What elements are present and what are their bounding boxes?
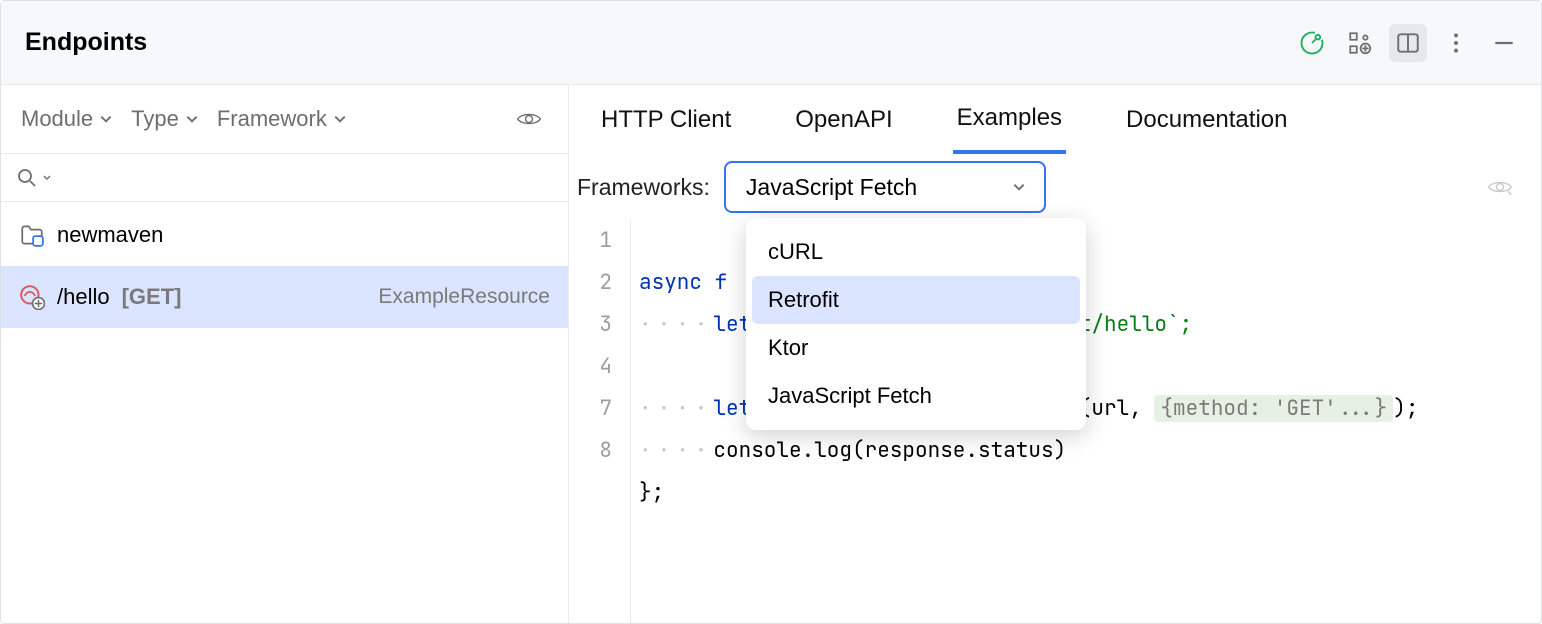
endpoint-method: [GET] <box>122 284 182 310</box>
line-number: 2 <box>569 262 612 304</box>
code-token: }; <box>639 479 664 506</box>
dropdown-item-ktor[interactable]: Ktor <box>752 324 1080 372</box>
tree-endpoint-row[interactable]: /hello [GET] ExampleResource <box>1 266 568 328</box>
frameworks-selected: JavaScript Fetch <box>746 174 917 201</box>
inlay-hint: {method: 'GET'...} <box>1154 395 1393 422</box>
dropdown-item-jsfetch[interactable]: JavaScript Fetch <box>752 372 1080 420</box>
indent-guides: ···· <box>639 437 713 464</box>
endpoint-resource: ExampleResource <box>378 285 550 309</box>
title-actions <box>1293 24 1523 62</box>
filter-framework[interactable]: Framework <box>217 106 347 132</box>
line-number: 8 <box>569 430 612 472</box>
line-number: 4 <box>569 346 612 388</box>
filter-module[interactable]: Module <box>21 106 113 132</box>
panel-title: Endpoints <box>25 28 147 57</box>
filter-type[interactable]: Type <box>131 106 199 132</box>
code-token: console.log(response.status) <box>713 437 1066 464</box>
gutter: 1 2 3 4 7 8 <box>569 220 631 623</box>
line-number: 3 <box>569 304 612 346</box>
search-input[interactable] <box>1 154 568 202</box>
tab-openapi[interactable]: OpenAPI <box>791 85 896 154</box>
dropdown-item-curl[interactable]: cURL <box>752 228 1080 276</box>
tabs: HTTP Client OpenAPI Examples Documentati… <box>569 85 1541 154</box>
show-details-icon[interactable] <box>1389 24 1427 62</box>
indent-guides: ···· <box>639 395 713 422</box>
filter-module-label: Module <box>21 106 93 132</box>
tab-http-client[interactable]: HTTP Client <box>597 85 735 154</box>
code-token: async <box>639 269 702 296</box>
filter-type-label: Type <box>131 106 179 132</box>
view-options-icon[interactable] <box>1341 24 1379 62</box>
code-token: ); <box>1393 395 1418 422</box>
dropdown-item-retrofit[interactable]: Retrofit <box>752 276 1080 324</box>
line-number: 7 <box>569 388 612 430</box>
more-icon[interactable] <box>1437 24 1475 62</box>
tab-documentation[interactable]: Documentation <box>1122 85 1291 154</box>
tree-project-label: newmaven <box>57 222 163 248</box>
code-token: f <box>715 269 728 296</box>
filter-framework-label: Framework <box>217 106 327 132</box>
show-preview-icon[interactable] <box>1481 168 1519 206</box>
frameworks-dropdown: cURL Retrofit Ktor JavaScript Fetch <box>746 218 1086 430</box>
line-number: 1 <box>569 220 612 262</box>
configure-openapi-icon[interactable] <box>1293 24 1331 62</box>
tree-project-row[interactable]: newmaven <box>1 204 568 266</box>
frameworks-label: Frameworks: <box>575 174 710 201</box>
endpoint-path: /hello <box>57 284 110 310</box>
frameworks-select[interactable]: JavaScript Fetch <box>724 161 1046 213</box>
tab-examples[interactable]: Examples <box>953 85 1066 154</box>
indent-guides: ···· <box>639 311 713 338</box>
show-from-libraries-icon[interactable] <box>510 100 548 138</box>
minimize-icon[interactable] <box>1485 24 1523 62</box>
